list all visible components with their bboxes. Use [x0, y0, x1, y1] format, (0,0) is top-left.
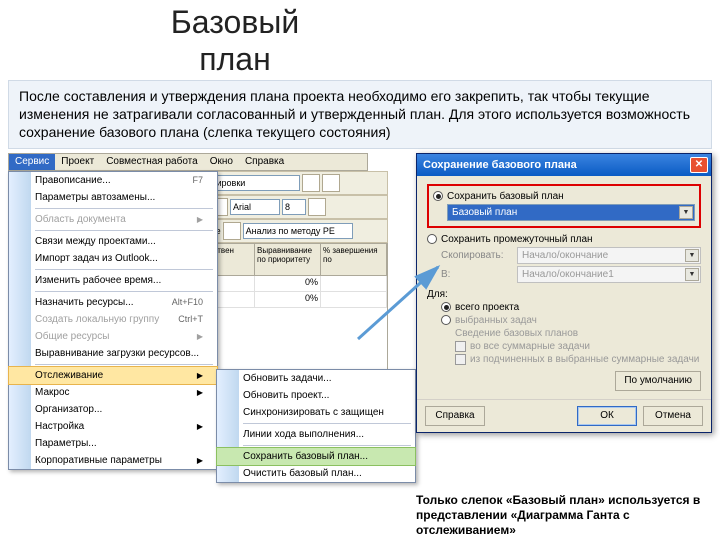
slide-title: Базовый план [0, 0, 300, 78]
table-row[interactable]: 0% [189, 276, 387, 292]
mi-organizer[interactable]: Организатор... [9, 401, 217, 418]
radio-icon [441, 302, 451, 312]
table-row[interactable]: 0% [189, 292, 387, 308]
menu-help[interactable]: Справка [239, 154, 290, 170]
mi-project-links[interactable]: Связи между проектами... [9, 233, 217, 250]
highlight-box: Сохранить базовый план Базовый план▼ [427, 184, 701, 228]
baseline-dropdown[interactable]: Базовый план▼ [447, 204, 695, 221]
toolbar-2: Arial 8 [188, 195, 388, 219]
menubar: Сервис Проект Совместная работа Окно Спр… [8, 153, 368, 171]
close-icon[interactable]: ✕ [690, 157, 708, 173]
mi-options[interactable]: Параметры... [9, 435, 217, 452]
summary-label: Сведение базовых планов [455, 328, 701, 339]
tracking-submenu: Обновить задачи... Обновить проект... Си… [216, 369, 416, 483]
into-dropdown[interactable]: Начало/окончание1▼ [517, 266, 701, 283]
mi-doc-area[interactable]: Область документа▶ [9, 211, 217, 228]
size-combo[interactable]: 8 [282, 199, 306, 215]
chk-all-summary[interactable]: во все суммарные задачи [455, 341, 701, 352]
mi-local-group[interactable]: Создать локальную группуCtrl+T [9, 311, 217, 328]
ok-button[interactable]: ОК [577, 406, 637, 426]
mi-shared-resources[interactable]: Общие ресурсы▶ [9, 328, 217, 345]
help-button[interactable]: Справка [425, 406, 485, 426]
into-label: В: [441, 269, 513, 280]
mi-leveling[interactable]: Выравнивание загрузки ресурсов... [9, 345, 217, 362]
toolbar-1: Группировки [188, 171, 388, 195]
checkbox-icon [455, 354, 466, 365]
menu-window[interactable]: Окно [204, 154, 239, 170]
chevron-down-icon: ▼ [679, 206, 693, 219]
mi-spelling[interactable]: Правописание...F7 [9, 172, 217, 189]
dialog-titlebar[interactable]: Сохранение базового плана ✕ [417, 154, 711, 176]
mi-customize[interactable]: Настройка▶ [9, 418, 217, 435]
menu-collab[interactable]: Совместная работа [100, 154, 204, 170]
mi-assign-resources[interactable]: Назначить ресурсы...Alt+F10 [9, 294, 217, 311]
smi-sync[interactable]: Синхронизировать с защищен [217, 404, 415, 421]
radio-save-baseline[interactable]: Сохранить базовый план [433, 191, 695, 202]
smi-progress-lines[interactable]: Линии хода выполнения... [217, 426, 415, 443]
copy-label: Скопировать: [441, 250, 513, 261]
col-header[interactable]: Выравнивание по приоритету [255, 244, 321, 275]
menu-project[interactable]: Проект [55, 154, 100, 170]
app-screenshot-area: Сервис Проект Совместная работа Окно Спр… [8, 153, 712, 489]
mi-change-worktime[interactable]: Изменить рабочее время... [9, 272, 217, 289]
smi-save-baseline[interactable]: Сохранить базовый план... [217, 448, 415, 465]
analysis-combo[interactable]: Анализ по методу PE [243, 223, 353, 239]
default-button[interactable]: По умолчанию [615, 371, 701, 391]
toolbar-button[interactable] [223, 222, 241, 240]
copy-dropdown[interactable]: Начало/окончание▼ [517, 247, 701, 264]
menu-service[interactable]: Сервис [9, 154, 55, 170]
font-combo[interactable]: Arial [230, 199, 280, 215]
radio-save-interim[interactable]: Сохранить промежуточный план [427, 234, 701, 245]
cancel-button[interactable]: Отмена [643, 406, 703, 426]
chk-sub-to-summary[interactable]: из подчиненных в выбранные суммарные зад… [455, 354, 701, 365]
mi-enterprise[interactable]: Корпоративные параметры▶ [9, 452, 217, 469]
bold-button[interactable] [308, 198, 326, 216]
toolbar-3: в Office Анализ по методу PE [188, 219, 388, 243]
footnote: Только слепок «Базовый план» используетс… [416, 493, 716, 538]
radio-icon [433, 191, 443, 201]
toolbar-button[interactable] [302, 174, 320, 192]
mi-import-outlook[interactable]: Импорт задач из Outlook... [9, 250, 217, 267]
checkbox-icon [455, 341, 466, 352]
smi-clear-baseline[interactable]: Очистить базовый план... [217, 465, 415, 482]
for-label: Для: [427, 289, 701, 300]
chevron-down-icon: ▼ [685, 268, 699, 281]
mi-tracking[interactable]: Отслеживание▶ [9, 367, 217, 384]
radio-icon [427, 234, 437, 244]
description-box: После составления и утверждения плана пр… [8, 80, 712, 149]
smi-update-tasks[interactable]: Обновить задачи... [217, 370, 415, 387]
chevron-down-icon: ▼ [685, 249, 699, 262]
col-header[interactable]: % завершения по [321, 244, 387, 275]
dialog-title: Сохранение базового плана [423, 159, 577, 171]
radio-icon [441, 315, 451, 325]
radio-for-selected[interactable]: выбранных задач [441, 315, 701, 326]
smi-update-project[interactable]: Обновить проект... [217, 387, 415, 404]
radio-for-all[interactable]: всего проекта [441, 302, 701, 313]
save-baseline-dialog: Сохранение базового плана ✕ Сохранить ба… [416, 153, 712, 433]
mi-autocorrect[interactable]: Параметры автозамены... [9, 189, 217, 206]
mi-macro[interactable]: Макрос▶ [9, 384, 217, 401]
service-menu: Правописание...F7 Параметры автозамены..… [8, 171, 218, 470]
toolbar-button[interactable] [322, 174, 340, 192]
